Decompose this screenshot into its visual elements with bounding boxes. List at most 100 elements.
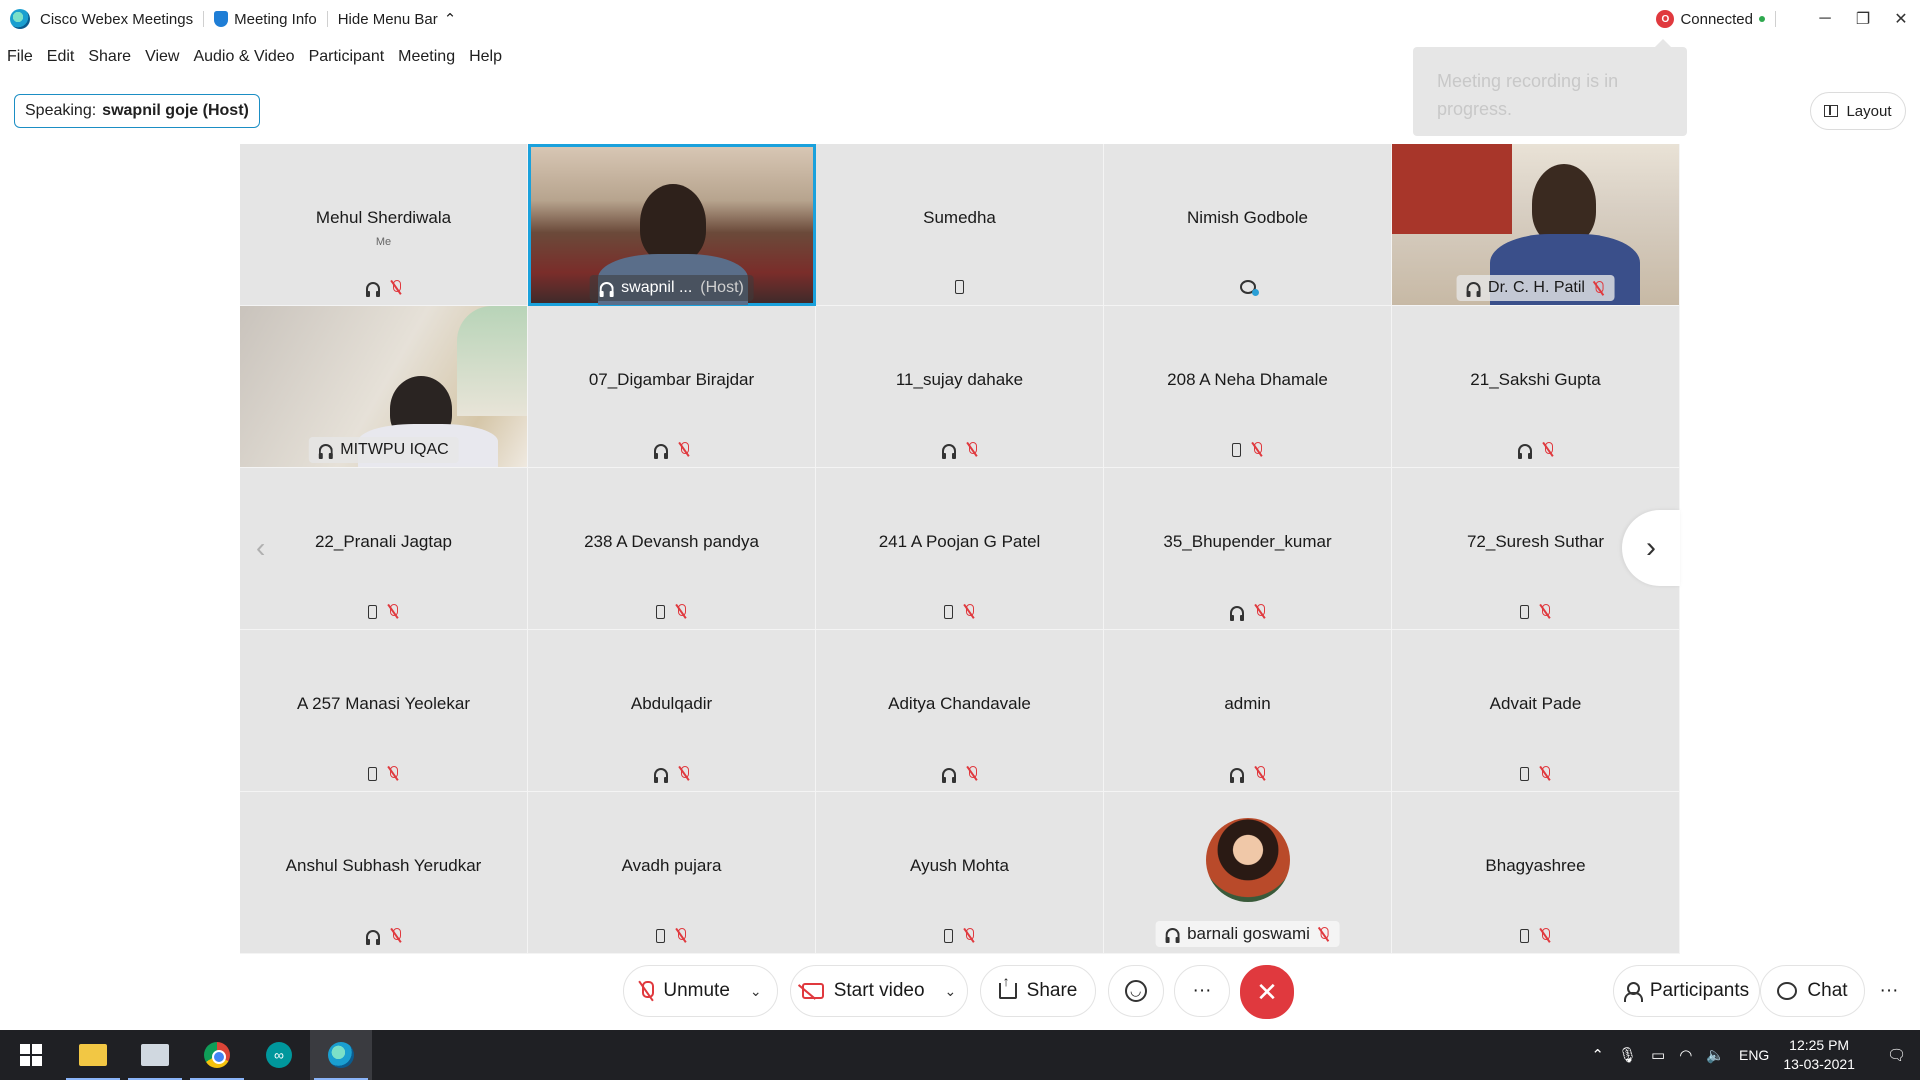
- share-icon: [998, 973, 1017, 999]
- participant-tile[interactable]: Nimish Godbole: [1104, 144, 1392, 306]
- clock-time: 12:25 PM: [1789, 1037, 1850, 1053]
- menu-view[interactable]: View: [138, 48, 186, 66]
- participant-name: 21_Sakshi Gupta: [1470, 370, 1601, 389]
- share-label: Share: [1026, 980, 1078, 1001]
- recording-status[interactable]: O Connected: [1646, 0, 1775, 38]
- muted-mic-icon: [678, 442, 690, 457]
- more-icon: ···: [1192, 980, 1212, 1001]
- more-options-button[interactable]: ···: [1174, 965, 1230, 1017]
- menu-participant[interactable]: Participant: [302, 48, 392, 66]
- headset-icon: [599, 282, 614, 297]
- participant-tile[interactable]: Anshul Subhash Yerudkar: [240, 792, 528, 954]
- chevron-down-icon[interactable]: ⌄: [750, 983, 762, 1000]
- wifi-icon[interactable]: ◠: [1679, 1046, 1692, 1064]
- participant-name: barnali goswami: [1187, 924, 1310, 943]
- start-button[interactable]: [0, 1030, 62, 1080]
- connection-status-label: Connected: [1680, 10, 1753, 28]
- recording-tooltip: Meeting recording is in progress.: [1413, 39, 1687, 136]
- taskbar-this-pc[interactable]: [124, 1030, 186, 1080]
- participant-tile[interactable]: Advait Pade: [1392, 630, 1680, 792]
- menu-edit[interactable]: Edit: [40, 48, 82, 66]
- chevron-left-icon[interactable]: ‹: [256, 532, 265, 564]
- participant-tile[interactable]: 238 A Devansh pandya: [528, 468, 816, 630]
- share-button[interactable]: Share: [980, 965, 1096, 1017]
- participant-tile[interactable]: 241 A Poojan G Patel: [816, 468, 1104, 630]
- muted-mic-icon: [1539, 766, 1551, 781]
- hide-menu-bar-button[interactable]: Hide Menu Bar ⌃: [328, 0, 467, 38]
- muted-mic-icon: [1539, 928, 1551, 943]
- participant-name: 11_sujay dahake: [895, 370, 1024, 389]
- participant-video-tile[interactable]: MITWPU IQAC: [240, 306, 528, 468]
- video-window: [457, 306, 527, 416]
- reactions-button[interactable]: [1108, 965, 1164, 1017]
- menu-audio-video[interactable]: Audio & Video: [186, 48, 301, 66]
- participant-tile[interactable]: 07_Digambar Birajdar: [528, 306, 816, 468]
- participant-tile[interactable]: A 257 Manasi Yeolekar: [240, 630, 528, 792]
- participant-tile[interactable]: 22_Pranali Jagtap: [240, 468, 528, 630]
- participant-tile[interactable]: barnali goswami: [1104, 792, 1392, 954]
- panel-more-button[interactable]: ···: [1865, 965, 1913, 1017]
- headset-icon: [1517, 443, 1532, 459]
- muted-mic-icon: [963, 604, 975, 619]
- participant-name: 35_Bhupender_kumar: [1163, 532, 1332, 551]
- participant-tile[interactable]: 11_sujay dahake: [816, 306, 1104, 468]
- muted-mic-icon: [390, 280, 402, 295]
- taskbar-arduino[interactable]: ∞: [248, 1030, 310, 1080]
- unmute-button[interactable]: Unmute ⌄: [623, 965, 778, 1017]
- participant-tile[interactable]: Ayush Mohta: [816, 792, 1104, 954]
- start-video-button[interactable]: Start video ⌄: [790, 965, 968, 1017]
- chat-icon: [1777, 982, 1798, 1000]
- menu-meeting[interactable]: Meeting: [391, 48, 462, 66]
- participants-button[interactable]: Participants: [1613, 965, 1760, 1017]
- end-meeting-button[interactable]: ✕: [1240, 965, 1294, 1019]
- participant-tile[interactable]: Avadh pujara: [528, 792, 816, 954]
- participant-tile[interactable]: 35_Bhupender_kumar: [1104, 468, 1392, 630]
- participant-tile[interactable]: admin: [1104, 630, 1392, 792]
- shield-icon: [214, 11, 229, 27]
- menu-help[interactable]: Help: [462, 48, 509, 66]
- layout-button[interactable]: Layout: [1810, 92, 1906, 130]
- minimize-button[interactable]: ─: [1806, 0, 1844, 38]
- menu-share[interactable]: Share: [81, 48, 138, 66]
- meeting-info-button[interactable]: Meeting Info: [204, 0, 327, 38]
- muted-mic-icon: [675, 604, 687, 619]
- participant-tile[interactable]: Bhagyashree: [1392, 792, 1680, 954]
- emoji-icon: [1125, 980, 1147, 1002]
- participant-video-tile[interactable]: Dr. C. H. Patil: [1392, 144, 1680, 306]
- headset-icon: [318, 444, 333, 459]
- menu-file[interactable]: File: [0, 48, 40, 66]
- chevron-up-icon[interactable]: ⌃: [1591, 1046, 1604, 1064]
- chevron-down-icon[interactable]: ⌄: [945, 983, 957, 1000]
- notifications-icon[interactable]: 🗨: [1887, 1046, 1906, 1064]
- taskbar-webex[interactable]: [310, 1030, 372, 1080]
- taskbar-file-explorer[interactable]: [62, 1030, 124, 1080]
- muted-mic-icon: [1542, 442, 1554, 457]
- participant-tile[interactable]: 21_Sakshi Gupta: [1392, 306, 1680, 468]
- muted-mic-icon: [1254, 604, 1266, 619]
- clock[interactable]: 12:25 PM 13-03-2021: [1783, 1036, 1855, 1074]
- muted-mic-icon: [1539, 604, 1551, 619]
- participant-name: Bhagyashree: [1485, 856, 1586, 875]
- speaking-name: swapnil goje (Host): [102, 102, 249, 119]
- microphone-icon[interactable]: 🎙: [1618, 1046, 1637, 1064]
- participant-name-label: barnali goswami: [1155, 921, 1340, 947]
- restore-button[interactable]: ❐: [1844, 0, 1882, 38]
- phone-icon: [944, 928, 953, 943]
- taskbar-chrome[interactable]: [186, 1030, 248, 1080]
- phone-icon: [656, 604, 665, 619]
- participant-tile[interactable]: Abdulqadir: [528, 630, 816, 792]
- muted-mic-icon: [387, 766, 399, 781]
- volume-icon[interactable]: 🔈: [1706, 1046, 1725, 1064]
- chat-button[interactable]: Chat: [1760, 965, 1865, 1017]
- video-name-label: Dr. C. H. Patil: [1456, 275, 1615, 301]
- participant-tile[interactable]: 208 A Neha Dhamale: [1104, 306, 1392, 468]
- participant-tile[interactable]: Mehul Sherdiwala Me: [240, 144, 528, 306]
- participant-tile[interactable]: Sumedha: [816, 144, 1104, 306]
- participant-tile[interactable]: Aditya Chandavale: [816, 630, 1104, 792]
- language-indicator[interactable]: ENG: [1739, 1047, 1769, 1063]
- muted-mic-icon: [390, 928, 402, 943]
- participant-video-tile[interactable]: swapnil ... (Host): [528, 144, 816, 306]
- participant-name: 241 A Poojan G Patel: [878, 532, 1041, 551]
- battery-icon[interactable]: ▭: [1651, 1046, 1665, 1064]
- close-window-button[interactable]: ✕: [1882, 0, 1920, 38]
